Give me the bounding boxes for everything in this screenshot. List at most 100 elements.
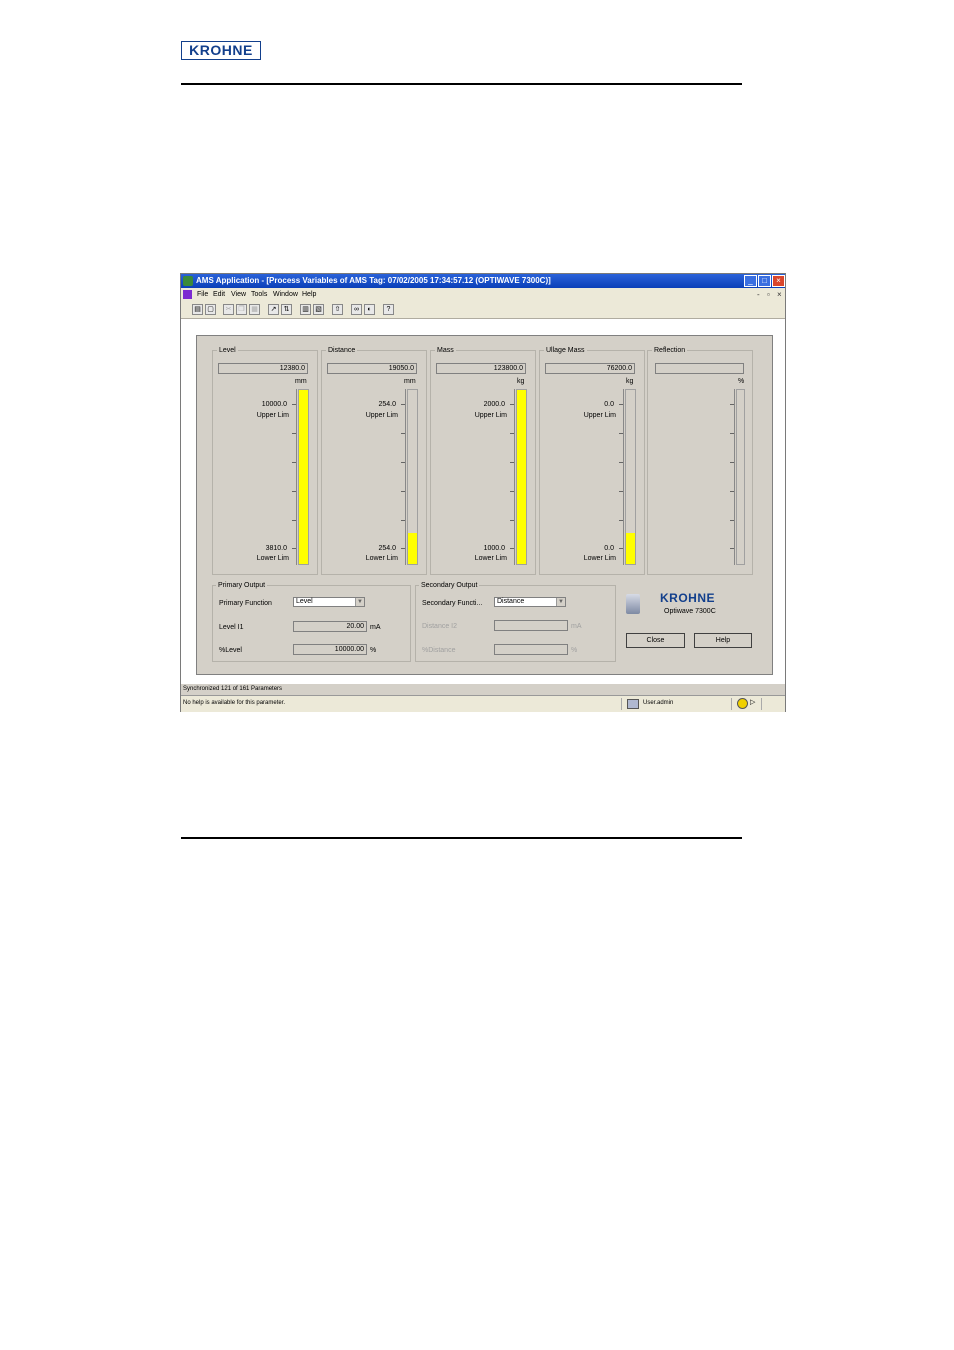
process-variables-dialog: Level 12380.0 mm 10000.0 Upper Lim 3810.… [196,335,773,675]
mdi-restore-button[interactable]: ▫ [767,290,770,299]
dialog-krohne-logo: KROHNE [660,591,716,605]
secondary-output-title: Secondary Output [419,581,480,590]
gauge-label: Reflection [652,346,688,355]
calendar-icon[interactable]: ▥ [300,304,311,315]
gauge-reflection: Reflection % [647,346,753,575]
compare-icon[interactable]: ▧ [313,304,324,315]
document-icon[interactable] [183,290,192,299]
ams-application-window: AMS Application - [Process Variables of … [180,273,786,712]
transfer-icon[interactable]: ⇅ [281,304,292,315]
toolbar: ▤ ▢ ✂ ❐ ▦ ↗ ⇅ ▥ ▧ ⇧ ∞ ◐ ? [181,301,785,319]
primary-function-value: Level [296,598,313,605]
gauge-bar [625,389,636,565]
primary-output-title: Primary Output [216,581,268,590]
secondary-function-value: Distance [497,598,525,605]
footer-rule [181,837,742,839]
help-button[interactable]: Help [694,633,752,648]
gauge-bar [736,389,745,565]
paste-icon[interactable]: ▦ [249,304,260,315]
gauge-upper-label: Upper Lim [256,412,289,419]
primary-function-select[interactable]: Level ▼ [293,597,365,607]
gauge-label: Level [217,346,238,355]
gauge-upper-label: Upper Lim [583,412,616,419]
gauge-lower-value: 1000.0 [483,545,505,552]
gauge-bar-fill [517,390,526,564]
level-i1-value: 20.00 [293,621,367,632]
connect-icon[interactable]: ↗ [268,304,279,315]
mdi-close-button[interactable]: × [777,290,782,299]
menu-bar: File Edit View Tools Window Help - ▫ × [181,288,785,301]
gauge-bar [407,389,418,565]
gauge-bar [516,389,527,565]
gauge-upper-value: 0.0 [604,401,614,408]
gauge-upper-value: 10000.0 [261,401,287,408]
percent-distance-value [494,644,568,655]
cut-icon[interactable]: ✂ [223,304,234,315]
distance-i2-value [494,620,568,631]
gauge-bar [298,389,309,565]
gauge-upper-label: Upper Lim [474,412,507,419]
secondary-output-group: Secondary Output Secondary Functi... Dis… [415,581,616,662]
gauge-scale [514,389,515,565]
gauge-lower-value: 254.0 [378,545,396,552]
sync-status-text: Synchronized 121 of 161 Parameters [183,686,283,692]
close-window-button[interactable]: × [772,275,785,287]
gauge-unit: kg [626,378,634,385]
gauge-value: 19050.0 [327,363,417,374]
percent-level-value: 10000.00 [293,644,367,655]
chevron-down-icon[interactable]: ▼ [556,598,565,606]
play-icon[interactable]: ▷ [750,696,755,710]
gauge-unit: mm [404,378,416,385]
title-bar[interactable]: AMS Application - [Process Variables of … [181,274,785,288]
percent-level-label: %Level [219,647,242,654]
menu-view[interactable]: View [231,290,246,299]
gauge-lower-label: Lower Lim [365,555,398,562]
gauge-label: Mass [435,346,456,355]
user-status-text: User.admin [643,700,674,706]
maximize-button[interactable]: □ [758,275,771,287]
chevron-down-icon[interactable]: ▼ [355,598,364,606]
upload-icon[interactable]: ⇧ [332,304,343,315]
minimize-button[interactable]: _ [744,275,757,287]
close-button[interactable]: Close [626,633,685,648]
percent-level-unit: % [370,647,377,654]
gauge-scale [734,389,735,565]
client-area: Level 12380.0 mm 10000.0 Upper Lim 3810.… [181,319,785,684]
gauge-scale [296,389,297,565]
menu-window[interactable]: Window [273,290,298,299]
print-icon[interactable]: ▤ [192,304,203,315]
gauge-bar-fill [299,390,308,564]
gauge-distance: Distance 19050.0 mm 254.0 Upper Lim 254.… [321,346,427,575]
gauge-label: Ullage Mass [544,346,587,355]
gauge-lower-value: 0.0 [604,545,614,552]
gauge-bar-fill [408,533,417,564]
menu-edit[interactable]: Edit [213,290,225,299]
krohne-logo: KROHNE [181,41,261,60]
primary-output-group: Primary Output Primary Function Level ▼ … [212,581,411,662]
mdi-minimize-button[interactable]: - [757,290,760,299]
gauge-lower-label: Lower Lim [256,555,289,562]
clock-icon [737,698,748,709]
gauge-value: 12380.0 [218,363,308,374]
secondary-function-select[interactable]: Distance ▼ [494,597,566,607]
gauge-label: Distance [326,346,358,355]
app-icon [183,276,193,286]
gauge-ullage-mass: Ullage Mass 76200.0 kg 0.0 Upper Lim 0.0… [539,346,645,575]
print-preview-icon[interactable]: ▢ [205,304,216,315]
menu-file[interactable]: File [197,290,208,299]
copy-icon[interactable]: ❐ [236,304,247,315]
context-help-icon[interactable]: ? [383,304,394,315]
binoculars-icon[interactable]: ∞ [351,304,362,315]
percent-distance-label: %Distance [422,647,456,654]
gauge-level: Level 12380.0 mm 10000.0 Upper Lim 3810.… [212,346,318,575]
user-icon [627,699,639,709]
diagnostics-icon[interactable]: ◐ [364,304,375,315]
menu-tools[interactable]: Tools [251,290,267,299]
distance-i2-label: Distance I2 [422,623,458,630]
gauge-upper-value: 254.0 [378,401,396,408]
status-bar: No help is available for this parameter.… [181,695,785,712]
menu-help[interactable]: Help [302,290,316,299]
gauge-mass: Mass 123800.0 kg 2000.0 Upper Lim 1000.0… [430,346,536,575]
gauge-value: 123800.0 [436,363,526,374]
help-status-text: No help is available for this parameter. [183,700,286,706]
